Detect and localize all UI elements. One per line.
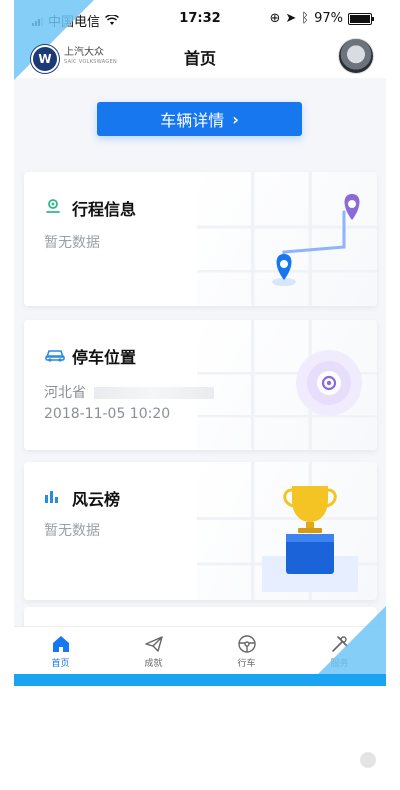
tab-label: 首页 [51, 658, 70, 669]
parking-address-text: 河北省 [44, 385, 86, 401]
app-screen: 中国电信 17:32 ⊕ ➤ ᛒ 97% W 上汽大众 SAIC VOLKSWA… [14, 0, 386, 686]
tab-driving[interactable]: 行车 [200, 627, 293, 675]
tab-home[interactable]: 首页 [14, 627, 107, 675]
trip-title: 行程信息 [72, 200, 137, 219]
home-icon [52, 635, 69, 652]
vehicle-details-label: 车辆详情 [160, 111, 225, 130]
watermark [360, 752, 380, 768]
leaderboard-title: 风云榜 [72, 490, 121, 509]
trophy-podium-illustration [262, 486, 358, 592]
parking-time: 2018-11-05 10:20 [44, 406, 171, 422]
route-icon [46, 199, 60, 213]
avatar[interactable] [338, 38, 374, 74]
car-icon [45, 350, 65, 362]
leaderboard-card[interactable]: 风云榜 暂无数据 [24, 462, 377, 600]
battery-percent: 97% [314, 11, 343, 26]
bottom-strip [14, 674, 386, 686]
steering-wheel-icon [237, 634, 256, 653]
bluetooth-icon: ᛒ [301, 11, 310, 26]
paper-plane-icon [144, 635, 163, 652]
trip-info-card[interactable]: 行程信息 暂无数据 [24, 172, 377, 306]
orientation-lock-icon: ⊕ [269, 11, 281, 26]
vehicle-details-button[interactable]: 车辆详情 › [97, 102, 302, 136]
location-radar-icon [296, 350, 362, 416]
page-title: 首页 [183, 49, 216, 68]
location-icon: ➤ [285, 11, 297, 26]
battery-icon [348, 12, 374, 25]
route-illustration [272, 194, 360, 286]
tab-achievements[interactable]: 成就 [107, 627, 200, 675]
tab-label: 成就 [144, 658, 163, 669]
leaderboard-subtitle: 暂无数据 [44, 523, 100, 539]
parking-title: 停车位置 [72, 348, 137, 367]
trip-subtitle: 暂无数据 [44, 235, 100, 251]
redacted-address [94, 387, 215, 399]
watermark-logo-icon [360, 752, 376, 768]
chevron-right-icon: › [232, 109, 239, 129]
tab-label: 行车 [237, 658, 256, 669]
parking-location-card[interactable]: 停车位置 河北省 2018-11-05 10:20 [24, 320, 377, 450]
parking-address: 河北省 [44, 382, 215, 402]
bar-chart-icon [45, 491, 58, 503]
